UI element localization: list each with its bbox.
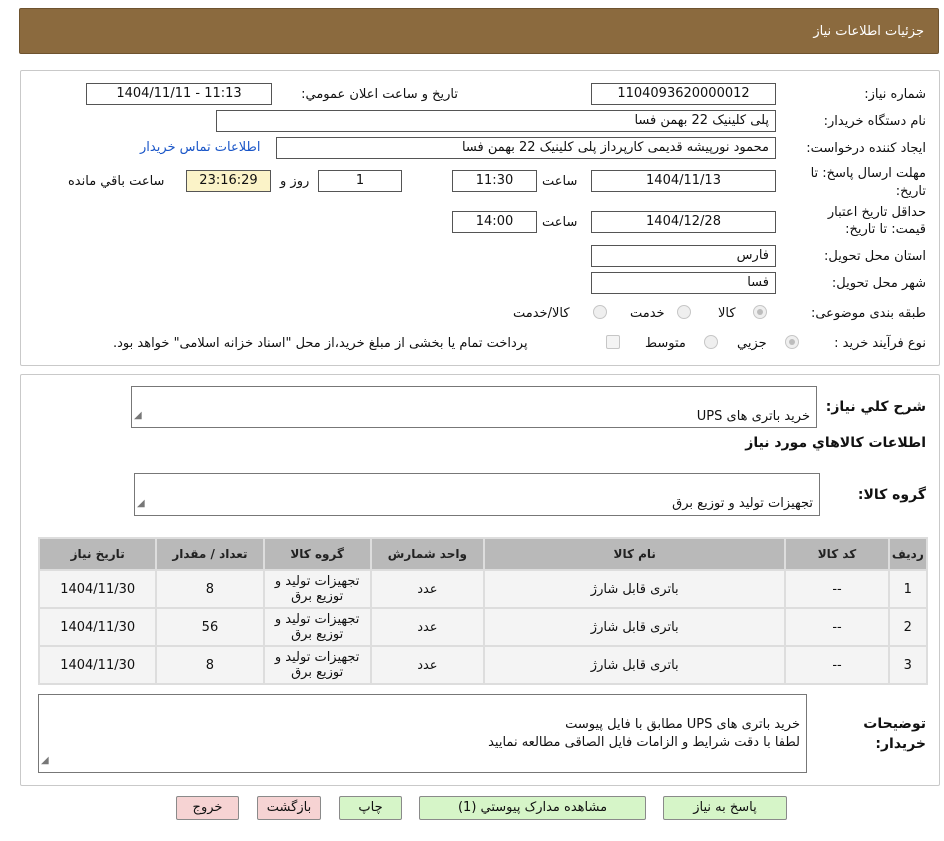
cell-group: تجهیزات تولید و توزیع برق — [264, 609, 370, 645]
category-radio-goods-service[interactable] — [593, 305, 607, 319]
summary-text: خرید باتری های UPS — [696, 409, 810, 424]
remaining-label: ساعت باقي مانده — [68, 174, 165, 189]
cell-name: باتری قابل شارژ — [485, 571, 785, 607]
validity-time-field: 14:00 — [452, 211, 537, 233]
resize-grip-icon[interactable]: ◢ — [137, 495, 145, 513]
cell-code: -- — [786, 609, 888, 645]
resize-grip-icon[interactable]: ◢ — [134, 407, 142, 425]
cell-unit: عدد — [371, 571, 484, 607]
col-header-code: کد کالا — [786, 539, 888, 569]
col-header-unit: واحد شمارش — [371, 539, 484, 569]
group-text: تجهیزات تولید و توزیع برق — [672, 496, 813, 511]
requester-label: ایجاد کننده درخواست: — [806, 141, 926, 156]
deadline-label-line2: تاریخ: — [895, 184, 926, 199]
days-label: روز و — [280, 174, 310, 189]
exit-button[interactable]: خروج — [176, 796, 239, 820]
category-radio-goods[interactable] — [753, 305, 767, 319]
category-radio-service[interactable] — [677, 305, 691, 319]
validity-time-label: ساعت — [542, 215, 578, 230]
cell-group: تجهیزات تولید و توزیع برق — [264, 571, 370, 607]
cell-name: باتری قابل شارژ — [485, 647, 785, 683]
treasury-checkbox[interactable] — [606, 335, 620, 349]
col-header-group: گروه کالا — [264, 539, 370, 569]
buyer-contact-link[interactable]: اطلاعات تماس خریدار — [140, 140, 260, 155]
validity-label-line2: قیمت: تا تاریخ: — [845, 222, 926, 237]
deadline-label: مهلت ارسال پاسخ: تا — [810, 166, 926, 181]
city-field: فسا — [591, 272, 776, 294]
cell-quantity: 8 — [157, 571, 263, 607]
col-header-quantity: تعداد / مقدار — [157, 539, 263, 569]
table-row: 3 -- باتری قابل شارژ عدد تجهیزات تولید و… — [40, 647, 926, 683]
process-label: نوع فرآیند خرید : — [834, 336, 926, 351]
cell-date: 1404/11/30 — [40, 571, 156, 607]
days-field: 1 — [318, 170, 402, 192]
remaining-time-field: 23:16:29 — [186, 170, 271, 192]
process-option-medium: متوسط — [645, 336, 686, 351]
category-option-goods-service: کالا/خدمت — [513, 306, 570, 321]
cell-date: 1404/11/30 — [40, 609, 156, 645]
cell-unit: عدد — [371, 609, 484, 645]
buyer-field: پلی کلینیک 22 بهمن فسا — [216, 110, 776, 132]
need-number-label: شماره نیاز: — [864, 87, 926, 102]
notes-label: توضیحات — [863, 716, 926, 732]
process-radio-medium[interactable] — [704, 335, 718, 349]
cell-row-number: 3 — [889, 647, 926, 683]
view-attachments-button[interactable]: مشاهده مدارک پیوستي (1) — [419, 796, 646, 820]
cell-code: -- — [786, 647, 888, 683]
page-title: جزئیات اطلاعات نیاز — [813, 24, 924, 39]
deadline-date-field: 1404/11/13 — [591, 170, 776, 192]
cell-date: 1404/11/30 — [40, 647, 156, 683]
items-table: ردیف کد کالا نام کالا واحد شمارش گروه کا… — [38, 537, 928, 685]
table-row: 1 -- باتری قابل شارژ عدد تجهیزات تولید و… — [40, 571, 926, 607]
table-header-row: ردیف کد کالا نام کالا واحد شمارش گروه کا… — [40, 539, 926, 569]
process-radio-minor[interactable] — [785, 335, 799, 349]
resize-grip-icon[interactable]: ◢ — [41, 752, 49, 770]
city-label: شهر محل تحویل: — [831, 276, 926, 291]
col-header-row-number: ردیف — [889, 539, 926, 569]
need-number-field: 1104093620000012 — [591, 83, 776, 105]
payment-note: پرداخت تمام یا بخشی از مبلغ خرید،از محل … — [113, 336, 528, 351]
cell-quantity: 56 — [157, 609, 263, 645]
back-button[interactable]: بازگشت — [257, 796, 321, 820]
cell-quantity: 8 — [157, 647, 263, 683]
cell-unit: عدد — [371, 647, 484, 683]
validity-date-field: 1404/12/28 — [591, 211, 776, 233]
buyer-label: نام دستگاه خریدار: — [823, 114, 926, 129]
province-field: فارس — [591, 245, 776, 267]
summary-textarea[interactable]: خرید باتری های UPS ◢ — [131, 386, 817, 428]
items-heading: اطلاعات کالاهاي مورد نیاز — [745, 435, 926, 451]
print-button[interactable]: چاپ — [339, 796, 402, 820]
announce-field: 1404/11/11 - 11:13 — [86, 83, 272, 105]
col-header-date: تاریخ نیاز — [40, 539, 156, 569]
announce-label: تاریخ و ساعت اعلان عمومي: — [301, 87, 458, 102]
summary-label: شرح کلي نیاز: — [825, 399, 926, 415]
requester-field: محمود نورپیشه قدیمی کارپرداز پلی کلینیک … — [276, 137, 776, 159]
deadline-time-field: 11:30 — [452, 170, 537, 192]
process-option-minor: جزیي — [737, 336, 767, 351]
cell-name: باتری قابل شارژ — [485, 609, 785, 645]
cell-code: -- — [786, 571, 888, 607]
cell-row-number: 2 — [889, 609, 926, 645]
deadline-time-label: ساعت — [542, 174, 578, 189]
validity-label: حداقل تاریخ اعتبار — [827, 205, 926, 220]
group-label: گروه کالا: — [857, 487, 926, 503]
category-option-goods: کالا — [718, 306, 736, 321]
notes-textarea[interactable]: خرید باتری های UPS مطابق با فایل پیوست ل… — [38, 694, 807, 773]
group-textarea[interactable]: تجهیزات تولید و توزیع برق ◢ — [134, 473, 820, 516]
province-label: استان محل تحویل: — [824, 249, 926, 264]
notes-text: خرید باتری های UPS مطابق با فایل پیوست ل… — [488, 717, 800, 750]
notes-label-line2: خریدار: — [875, 736, 926, 752]
page-header: جزئیات اطلاعات نیاز — [19, 8, 939, 54]
col-header-name: نام کالا — [485, 539, 785, 569]
cell-row-number: 1 — [889, 571, 926, 607]
cell-group: تجهیزات تولید و توزیع برق — [264, 647, 370, 683]
category-option-service: خدمت — [630, 306, 665, 321]
category-label: طبقه بندی موضوعی: — [810, 306, 926, 321]
table-row: 2 -- باتری قابل شارژ عدد تجهیزات تولید و… — [40, 609, 926, 645]
reply-button[interactable]: پاسخ به نیاز — [663, 796, 787, 820]
